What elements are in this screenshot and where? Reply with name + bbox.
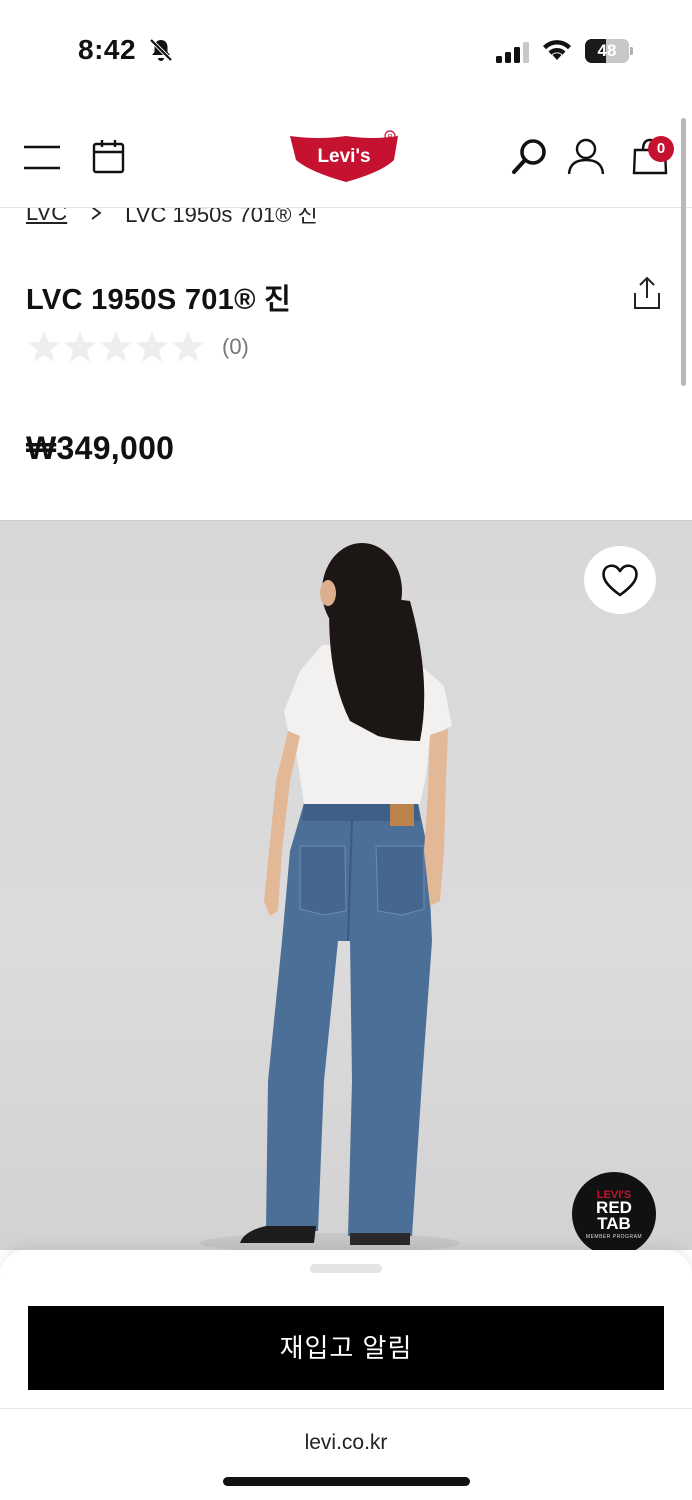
wifi-icon bbox=[543, 40, 571, 60]
bottom-sheet: 재입고 알림 bbox=[0, 1250, 692, 1410]
star-icon bbox=[100, 331, 132, 362]
review-count[interactable]: (0) bbox=[222, 334, 249, 360]
search-icon[interactable] bbox=[510, 136, 550, 176]
calendar-icon[interactable] bbox=[92, 138, 126, 174]
wishlist-button[interactable] bbox=[584, 546, 656, 614]
red-tab-badge[interactable]: LEVI'S RED TAB MEMBER PROGRAM bbox=[572, 1172, 656, 1256]
product-image[interactable] bbox=[0, 520, 692, 1250]
model-photo bbox=[200, 543, 460, 1250]
badge-line2: TAB bbox=[597, 1214, 631, 1233]
star-icon bbox=[64, 331, 96, 362]
bell-slash-icon bbox=[149, 38, 173, 62]
star-icon bbox=[172, 331, 204, 362]
levis-logo[interactable]: Levi's R bbox=[286, 130, 406, 186]
signal-icon bbox=[496, 42, 529, 63]
heart-icon bbox=[602, 564, 638, 597]
menu-icon[interactable] bbox=[24, 144, 62, 170]
battery-icon: 48 bbox=[585, 39, 633, 63]
user-icon[interactable] bbox=[566, 136, 606, 176]
star-icon bbox=[28, 331, 60, 362]
logo-text: Levi's bbox=[317, 146, 370, 167]
site-header: Levi's R 0 bbox=[0, 100, 692, 208]
status-bar: 8:42 48 bbox=[0, 0, 692, 100]
scrollbar[interactable] bbox=[681, 118, 686, 386]
sheet-drag-handle[interactable] bbox=[310, 1264, 382, 1273]
url-text[interactable]: levi.co.kr bbox=[0, 1431, 692, 1455]
product-title: LVC 1950S 701® 진 bbox=[26, 284, 292, 316]
svg-text:R: R bbox=[387, 134, 392, 141]
home-indicator[interactable] bbox=[223, 1477, 470, 1486]
restock-alert-button[interactable]: 재입고 알림 bbox=[28, 1306, 664, 1390]
cart-count-badge: 0 bbox=[648, 136, 674, 162]
battery-level: 48 bbox=[597, 41, 617, 60]
badge-sub: MEMBER PROGRAM bbox=[585, 1234, 643, 1240]
star-icon bbox=[136, 331, 168, 362]
rating-stars: (0) bbox=[26, 330, 249, 364]
status-time: 8:42 bbox=[78, 34, 137, 65]
product-price: ₩349,000 bbox=[26, 430, 175, 466]
share-icon[interactable] bbox=[632, 276, 662, 310]
browser-url-bar: levi.co.kr bbox=[0, 1408, 692, 1500]
